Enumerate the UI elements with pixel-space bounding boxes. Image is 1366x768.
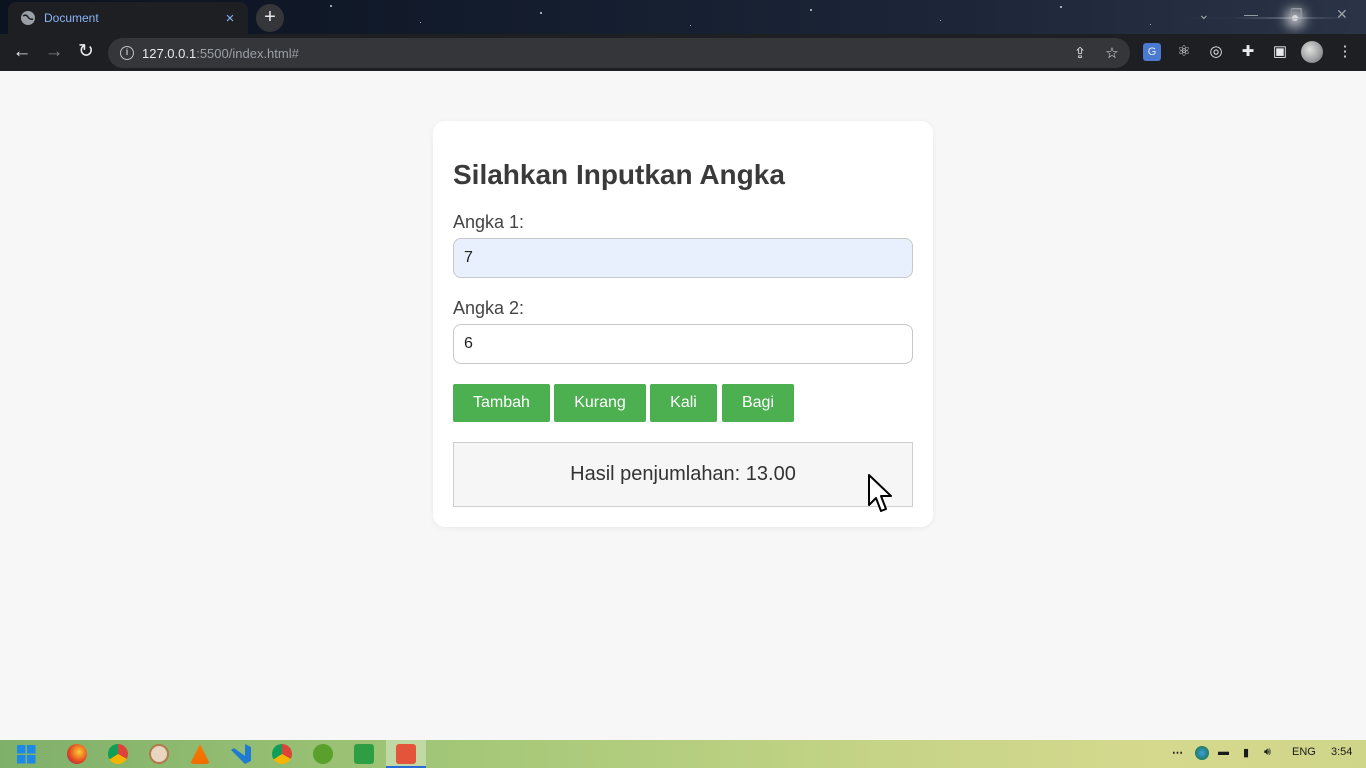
bookmark-star-icon[interactable]: ☆ (1102, 44, 1122, 62)
vscode-icon[interactable] (231, 744, 251, 764)
camtasia-icon[interactable] (354, 744, 374, 764)
vlc-icon[interactable] (190, 744, 210, 764)
tab-search-icon[interactable]: ⌄ (1198, 6, 1210, 23)
volume-icon[interactable]: 🔊︎ (1264, 746, 1271, 759)
target-extension-icon[interactable]: ◎ (1207, 43, 1225, 61)
kali-button[interactable]: Kali (650, 384, 717, 422)
taskbar: ⋯ ▬ ▮ 🔊︎ ENG 3:54 (0, 740, 1366, 768)
translate-extension-icon[interactable]: G (1143, 43, 1161, 61)
angka1-input[interactable] (453, 238, 913, 278)
kurang-button[interactable]: Kurang (554, 384, 646, 422)
share-icon[interactable]: ⇪ (1070, 44, 1090, 62)
result-box: Hasil penjumlahan: 13.00 (453, 442, 913, 507)
battery-icon[interactable]: ▬ (1218, 746, 1229, 758)
restore-icon[interactable]: ❐ (1290, 6, 1303, 23)
calculator-card: Silahkan Inputkan Angka Angka 1: Angka 2… (433, 121, 933, 527)
network-globe-icon[interactable] (1195, 746, 1209, 760)
angka2-label: Angka 2: (453, 298, 525, 318)
tab-close-icon[interactable]: × (222, 10, 238, 27)
result-text: Hasil penjumlahan: 13.00 (570, 463, 796, 485)
browser-toolbar: ← → ↻ i 127.0.0.1:5500/index.html# ⇪ ☆ G… (0, 34, 1366, 71)
green-app-icon[interactable] (313, 744, 333, 764)
new-tab-button[interactable]: + (256, 4, 284, 32)
chrome-icon[interactable] (108, 744, 128, 764)
side-panel-icon[interactable]: ▣ (1271, 43, 1289, 61)
tambah-button[interactable]: Tambah (453, 384, 550, 422)
extensions-puzzle-icon[interactable]: ✚ (1239, 43, 1257, 61)
site-info-icon[interactable]: i (120, 46, 134, 60)
mouse-cursor-icon (868, 474, 892, 512)
more-menu-icon[interactable]: ⋮ (1336, 43, 1354, 61)
back-icon[interactable]: ← (10, 40, 34, 64)
address-bar[interactable]: i 127.0.0.1:5500/index.html# ⇪ ☆ (108, 38, 1130, 68)
reload-icon[interactable]: ↻ (74, 40, 98, 64)
firefox-icon[interactable] (67, 744, 87, 764)
profile-avatar[interactable] (1301, 41, 1323, 63)
close-window-icon[interactable]: ✕ (1336, 6, 1348, 23)
bagi-button[interactable]: Bagi (722, 384, 794, 422)
paint-icon[interactable] (149, 744, 169, 764)
microphone-icon[interactable]: ▮ (1243, 746, 1249, 759)
page-title: Silahkan Inputkan Angka (453, 159, 785, 190)
language-indicator[interactable]: ENG (1292, 746, 1316, 758)
globe-icon (21, 11, 35, 25)
minimize-icon[interactable]: — (1244, 6, 1258, 22)
url-text[interactable]: 127.0.0.1:5500/index.html# (142, 46, 299, 61)
forward-icon[interactable]: → (42, 40, 66, 64)
clock[interactable]: 3:54 (1331, 746, 1352, 758)
chrome-icon-2[interactable] (272, 744, 292, 764)
windows-start-icon[interactable] (17, 745, 36, 764)
recorder-app-icon[interactable] (396, 744, 416, 764)
tray-overflow-icon[interactable]: ⋯ (1172, 746, 1183, 759)
window-titlebar: Document × + ⌄ — ❐ ✕ (0, 0, 1366, 34)
angka2-input[interactable] (453, 324, 913, 364)
react-devtools-icon[interactable]: ⚛ (1175, 43, 1193, 61)
browser-tab[interactable]: Document × (8, 2, 248, 34)
angka1-label: Angka 1: (453, 212, 525, 232)
tab-title: Document (44, 11, 99, 25)
